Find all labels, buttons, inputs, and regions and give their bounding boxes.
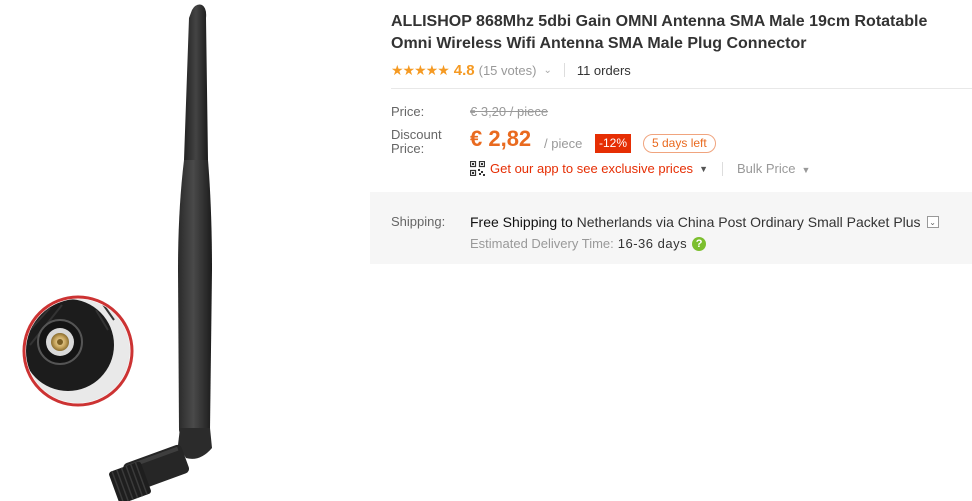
discount-badge: -12% [595,134,632,153]
orders-count: 11 orders [576,62,631,78]
shipping-label: Shipping: [391,214,446,229]
question-icon[interactable]: ? [692,236,707,251]
bulk-price-dropdown[interactable]: Bulk Price ▼ [737,161,810,176]
price-label: Price: [391,104,425,119]
shipping-block: Shipping: Free Shipping to Netherlands v… [370,192,972,264]
divider [721,161,723,176]
product-title: ALLISHOP 868Mhz 5dbi Gain OMNI Antenna S… [391,13,928,52]
current-price: € 2,82 [470,126,532,151]
free-shipping-text: Free Shipping to [470,214,573,230]
app-promo-link[interactable]: Get our app to see exclusive prices [490,161,693,176]
antenna-image [22,4,212,501]
discount-label-line2: Price: [391,141,425,156]
qr-code-icon [470,161,485,176]
caret-down-icon: ▼ [801,165,811,175]
app-promo: Get our app to see exclusive prices ▼ Bu… [470,161,810,176]
price-block: Price: € 3,20 / piece Discount Price: € … [370,88,972,190]
discount-label-line1: Discount [391,127,442,142]
delivery-estimate: Estimated Delivery Time: 16-36 days ? [470,236,707,251]
discount-price-label: Discount Price: [391,128,442,156]
estimate-days: 16-36 days [617,236,688,251]
bulk-price-label: Bulk Price [736,161,796,176]
shipping-method[interactable]: Free Shipping to Netherlands via China P… [470,214,939,230]
chevron-down-icon[interactable]: ⌄ [926,216,939,228]
time-left-badge: 5 days left [643,134,716,153]
product-image[interactable] [0,0,370,501]
shipping-destination: Netherlands via China Post Ordinary Smal… [576,214,921,230]
divider [563,63,565,77]
price-unit: / piece [544,136,583,151]
estimate-label: Estimated Delivery Time: [470,236,614,251]
original-price: € 3,20 / piece [470,104,549,119]
votes-count[interactable]: (15 votes) [479,63,537,78]
star-rating-icon[interactable]: ★★★★★ [391,62,450,79]
rating-score[interactable]: 4.8 [454,62,475,79]
rating-row: ★★★★★ 4.8 (15 votes) ⌄ 11 orders [391,60,631,80]
chevron-down-icon[interactable]: ⌄ [543,65,551,76]
caret-down-icon[interactable]: ▼ [699,164,708,174]
product-detail-panel: ALLISHOP 868Mhz 5dbi Gain OMNI Antenna S… [370,0,972,501]
